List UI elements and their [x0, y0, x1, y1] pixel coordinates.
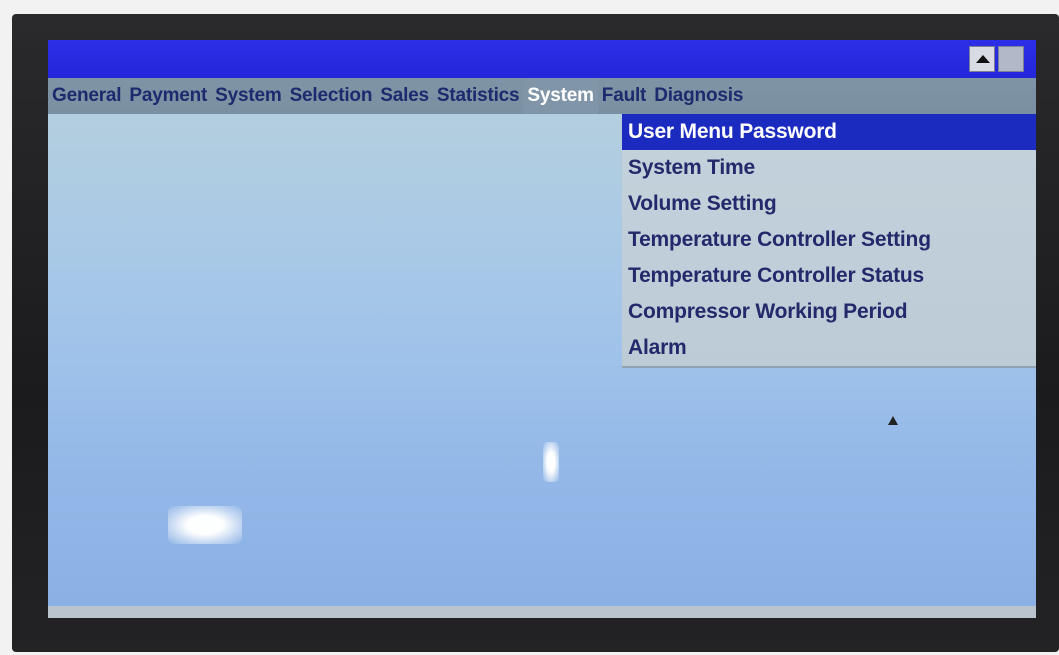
- dropdown-item-temperature-controller-setting[interactable]: Temperature Controller Setting: [622, 222, 1036, 258]
- menu-item-sales[interactable]: Sales: [376, 78, 433, 114]
- menu-item-general[interactable]: General: [48, 78, 125, 114]
- light-glare: [168, 506, 242, 544]
- dropdown-item-temperature-controller-status[interactable]: Temperature Controller Status: [622, 258, 1036, 294]
- status-strip: [48, 606, 1036, 618]
- dropdown-item-user-menu-password[interactable]: User Menu Password: [622, 114, 1036, 150]
- menu-item-fault[interactable]: Fault: [598, 78, 650, 114]
- menu-bar: General Payment System Selection Sales S…: [48, 78, 1036, 114]
- menu-item-payment-system[interactable]: System: [211, 78, 285, 114]
- menu-item-statistics[interactable]: Statistics: [433, 78, 523, 114]
- title-bar: [48, 40, 1036, 78]
- triangle-up-icon[interactable]: [969, 46, 995, 72]
- pointer-cursor: [888, 416, 898, 425]
- menu-item-diagnosis[interactable]: Diagnosis: [650, 78, 747, 114]
- dropdown-item-alarm[interactable]: Alarm: [622, 330, 1036, 366]
- photo-background: General Payment System Selection Sales S…: [0, 0, 1059, 655]
- square-icon[interactable]: [998, 46, 1024, 72]
- lcd-screen: General Payment System Selection Sales S…: [48, 40, 1036, 618]
- menu-item-system[interactable]: System: [523, 78, 598, 114]
- dropdown-item-volume-setting[interactable]: Volume Setting: [622, 186, 1036, 222]
- dropdown-item-compressor-working-period[interactable]: Compressor Working Period: [622, 294, 1036, 330]
- system-dropdown-menu: User Menu Password System Time Volume Se…: [622, 114, 1036, 366]
- menu-item-selection[interactable]: Selection: [286, 78, 377, 114]
- menu-item-payment[interactable]: Payment: [125, 78, 211, 114]
- dropdown-item-system-time[interactable]: System Time: [622, 150, 1036, 186]
- light-glare: [543, 442, 559, 482]
